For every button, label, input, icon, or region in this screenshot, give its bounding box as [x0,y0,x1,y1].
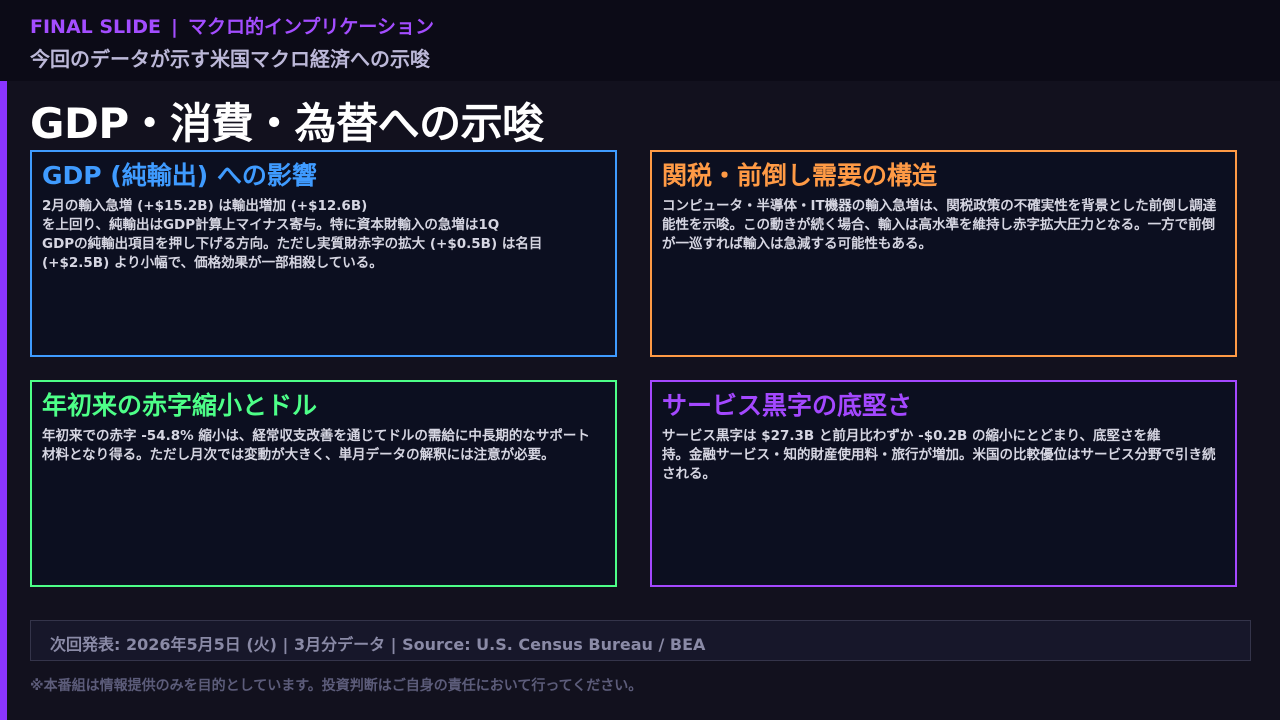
card-body: 2月の輸入急増 (+$15.2B) は輸出増加 (+$12.6B) を上回り、純… [42,198,543,271]
kicker-label: FINAL SLIDE [30,16,161,38]
card-title: GDP (純輸出) への影響 [42,161,317,190]
card-body: 年初来での赤字 -54.8% 縮小は、経常収支改善を通じてドルの需給に中長期的な… [42,428,590,463]
card-deficit-dollar: 年初来の赤字縮小とドル 年初来での赤字 -54.8% 縮小は、経常収支改善を通じ… [30,380,617,587]
card-services-surplus: サービス黒字の底堅さ サービス黒字は $27.3B と前月比わずか -$0.2B… [650,380,1237,587]
card-title: サービス黒字の底堅さ [662,391,913,420]
card-tariff-structure: 関税・前倒し需要の構造 コンピュータ・半導体・IT機器の輸入急増は、関税政策の不… [650,150,1237,357]
card-gdp-impact: GDP (純輸出) への影響 2月の輸入急増 (+$15.2B) は輸出増加 (… [30,150,617,357]
card-body: コンピュータ・半導体・IT機器の輸入急増は、関税政策の不確実性を背景とした前倒し… [662,198,1217,252]
slide-subtitle: 今回のデータが示す米国マクロ経済への示唆 [30,47,430,71]
card-title: 関税・前倒し需要の構造 [662,161,938,190]
kicker-topic: マクロ的インプリケーション [187,16,435,38]
left-accent-bar [0,81,7,720]
slide-kicker: FINAL SLIDE | マクロ的インプリケーション [30,12,434,39]
header-bar: FINAL SLIDE | マクロ的インプリケーション 今回のデータが示す米国マクロ… [0,0,1280,81]
card-title: 年初来の赤字縮小とドル [42,391,318,420]
kicker-separator: | [171,16,178,38]
card-body: サービス黒字は $27.3B と前月比わずか -$0.2B の縮小にとどまり、底… [662,428,1216,482]
release-info-text: 次回発表: 2026年5月5日 (火) | 3月分データ | Source: U… [50,635,706,654]
disclaimer-text: ※本番組は情報提供のみを目的としています。投資判断はご自身の責任において行ってく… [30,678,643,694]
slide-title: GDP・消費・為替への示唆 [30,99,544,148]
release-info-box: 次回発表: 2026年5月5日 (火) | 3月分データ | Source: U… [30,620,1251,661]
slide-page: FINAL SLIDE | マクロ的インプリケーション 今回のデータが示す米国マクロ… [0,0,1280,720]
